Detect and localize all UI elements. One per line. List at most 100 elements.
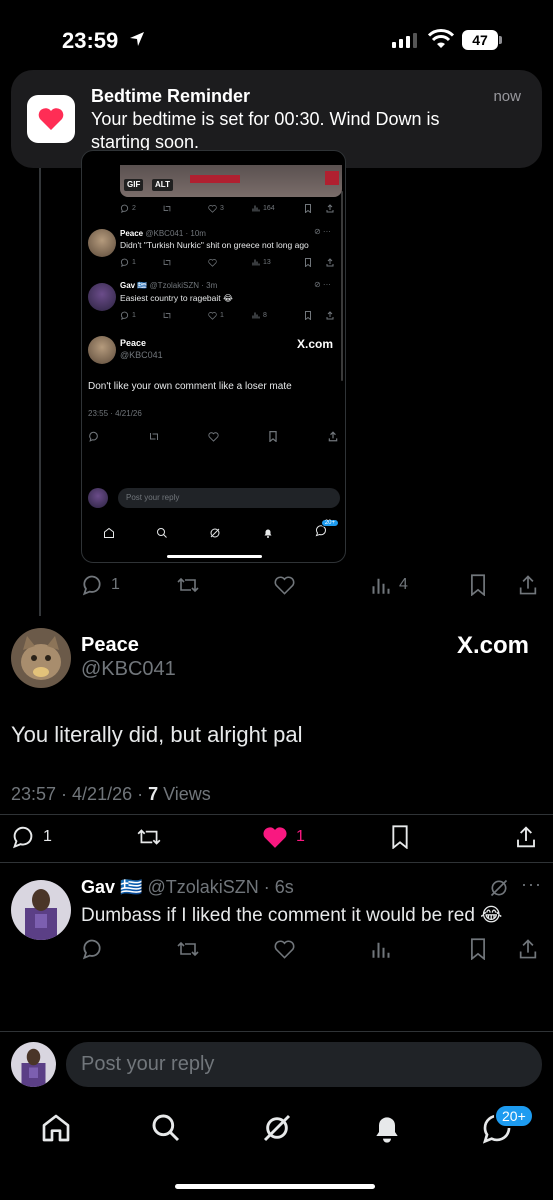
like-button[interactable] (273, 938, 296, 960)
share-icon (328, 430, 338, 442)
reply-input[interactable]: Post your reply (66, 1042, 542, 1087)
like-icon: 1 (208, 311, 224, 320)
avatar[interactable] (11, 628, 71, 688)
notification-time: now (493, 88, 521, 105)
embedded-focus-name: Peace (120, 338, 147, 348)
share-icon (326, 203, 334, 213)
embedded-post-header: Peace @KBC041 · 10m (120, 229, 206, 238)
repost-button[interactable] (136, 825, 162, 849)
share-button[interactable] (515, 825, 537, 849)
share-icon (326, 310, 334, 320)
heart-app-icon (27, 95, 75, 143)
reply-button[interactable]: 1 (11, 825, 52, 849)
embedded-view-count: 164 (263, 204, 275, 212)
repost-icon (162, 204, 172, 213)
author-handle[interactable]: @KBC041 (81, 658, 176, 681)
like-icon (208, 258, 217, 267)
post-datetime: 23:57 · 4/21/26 · (11, 784, 149, 804)
like-icon: 3 (208, 204, 224, 213)
post-views-label: Views (158, 784, 211, 804)
reply-icon (88, 431, 99, 442)
share-button[interactable] (518, 574, 538, 596)
reply-author-name[interactable]: Gav (81, 877, 115, 897)
bookmark-icon (304, 203, 312, 213)
grok-icon[interactable] (489, 878, 509, 898)
views-button[interactable]: 4 (371, 575, 408, 595)
reply-handle-time[interactable]: @TzolakiSZN · 6s (147, 877, 293, 897)
notification-body: Your bedtime is set for 00:30. Wind Down… (91, 109, 440, 152)
avatar (88, 229, 116, 257)
reply-icon (82, 939, 101, 960)
grok-icon: ⊘ ··· (314, 280, 331, 289)
embedded-action-bar: 1 1 8 (120, 309, 342, 321)
views-icon: 8 (252, 311, 267, 319)
embedded-focus-handle: @KBC041 (120, 350, 163, 360)
more-icon[interactable]: ··· (521, 874, 542, 895)
battery-icon: 47 (462, 30, 502, 50)
embedded-bottom-nav: 20+ (82, 519, 345, 543)
signal-icon (392, 32, 417, 48)
embedded-xcom-label: X.com (296, 337, 333, 351)
embedded-action-bar: 2 3 164 (120, 202, 342, 214)
like-icon (208, 431, 219, 442)
views-button[interactable] (371, 939, 391, 959)
location-arrow-icon (130, 32, 144, 46)
reply-icon (82, 575, 101, 596)
author-name[interactable]: Peace (81, 634, 139, 657)
search-icon[interactable] (150, 1112, 182, 1144)
bookmark-icon (268, 430, 278, 442)
home-icon (103, 527, 114, 538)
home-indicator[interactable] (175, 1184, 375, 1189)
views-icon (372, 578, 390, 594)
bottom-nav (0, 1096, 553, 1166)
search-icon (156, 528, 167, 538)
status-bar: 23:59 47 (0, 0, 553, 70)
bookmark-button[interactable] (468, 574, 488, 596)
reply-button[interactable]: 1 (81, 574, 120, 596)
grok-icon[interactable] (261, 1112, 293, 1144)
bookmark-icon (304, 310, 312, 320)
grok-icon (210, 528, 219, 538)
share-button[interactable] (518, 938, 538, 960)
bookmark-button[interactable] (389, 825, 411, 849)
repost-icon (162, 311, 172, 320)
views-icon (372, 942, 390, 958)
avatar[interactable] (11, 1042, 56, 1087)
views-icon: 13 (252, 258, 271, 266)
bookmark-icon (471, 574, 485, 596)
share-icon (519, 575, 537, 595)
embedded-scrollbar (341, 191, 343, 381)
embedded-reply-bar: Post your reply (88, 488, 340, 508)
reply-compose-bar: Post your reply (0, 1031, 553, 1096)
wifi-icon (428, 29, 454, 48)
messages-badge: 20+ (494, 1104, 534, 1128)
share-icon (517, 826, 535, 848)
repost-icon (137, 829, 161, 845)
reply-icon: 2 (120, 204, 136, 213)
like-button[interactable] (273, 574, 296, 596)
bookmark-button[interactable] (468, 938, 488, 960)
embedded-screenshot[interactable]: GIF ALT 2 3 164 Peace @KBC041 · 10m ⊘ ··… (81, 150, 346, 563)
bell-icon[interactable] (371, 1112, 403, 1144)
avatar (88, 283, 116, 311)
reply-button[interactable] (81, 938, 103, 960)
repost-button[interactable] (176, 574, 200, 596)
grok-icon: ⊘ ··· (314, 227, 331, 236)
thread-line (39, 168, 41, 616)
like-icon (274, 576, 295, 595)
notification-title: Bedtime Reminder (91, 86, 251, 106)
alt-badge: ALT (152, 179, 173, 191)
post-views-count[interactable]: 7 (148, 784, 158, 804)
like-filled-icon (263, 827, 287, 848)
views-count: 4 (399, 576, 408, 593)
status-time: 23:59 (62, 28, 119, 53)
gif-badge: GIF (124, 179, 144, 191)
bookmark-icon (304, 257, 312, 267)
embedded-focus-date: 23:55 · 4/21/26 (88, 409, 142, 418)
avatar[interactable] (11, 880, 71, 940)
like-button[interactable]: 1 (262, 825, 305, 849)
home-icon[interactable] (40, 1112, 72, 1144)
repost-icon (148, 431, 160, 442)
repost-button[interactable] (176, 938, 200, 960)
embedded-post-header: Gav 🇬🇷 @TzolakiSZN · 3m (120, 281, 218, 290)
